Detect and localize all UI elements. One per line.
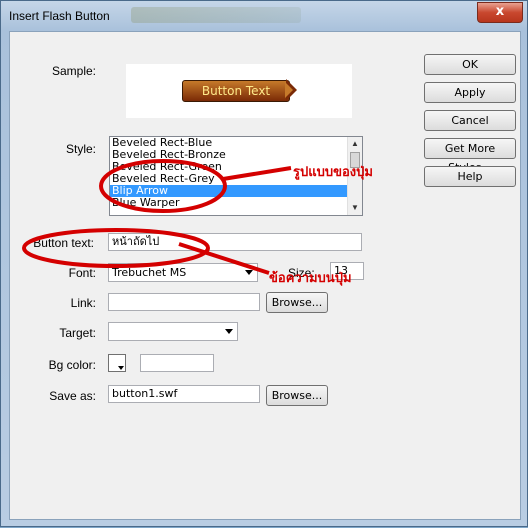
- link-input[interactable]: [108, 293, 260, 311]
- font-label: Font:: [68, 266, 96, 280]
- ok-button[interactable]: OK: [424, 54, 516, 75]
- get-more-styles-button[interactable]: Get More Styles...: [424, 138, 516, 174]
- style-annotation-text: รูปแบบของปุ่ม: [293, 165, 373, 180]
- scroll-down-icon[interactable]: ▼: [348, 201, 362, 215]
- list-item[interactable]: Blue Warper: [110, 197, 362, 209]
- button-text-label: Button text:: [33, 236, 94, 250]
- dialog-body: Sample: Button Text Style: Beveled Rect-…: [9, 31, 521, 520]
- color-picker-button[interactable]: [108, 354, 126, 372]
- target-label: Target:: [59, 326, 96, 340]
- font-select[interactable]: Trebuchet MS: [108, 263, 258, 282]
- dialog-window: Insert Flash Button x Sample: Button Tex…: [0, 0, 528, 527]
- title-bar[interactable]: Insert Flash Button x: [1, 1, 528, 31]
- style-label: Style:: [65, 142, 96, 156]
- sample-flash-button: Button Text: [182, 80, 290, 102]
- cancel-button[interactable]: Cancel: [424, 110, 516, 131]
- button-text-input[interactable]: หน้าถัดไป: [108, 233, 362, 251]
- background-window-title: [131, 7, 301, 23]
- apply-button[interactable]: Apply: [424, 82, 516, 103]
- link-label: Link:: [70, 296, 96, 310]
- font-value: Trebuchet MS: [112, 266, 187, 279]
- browse-link-button[interactable]: Browse...: [266, 292, 328, 313]
- sample-label: Sample:: [51, 64, 96, 78]
- bg-color-input[interactable]: [140, 354, 214, 372]
- chevron-down-icon: [118, 366, 124, 370]
- close-button[interactable]: x: [477, 2, 523, 23]
- save-as-label: Save as:: [49, 389, 96, 403]
- sample-preview: Button Text: [126, 64, 352, 118]
- chevron-down-icon: [225, 329, 233, 334]
- help-button[interactable]: Help: [424, 166, 516, 187]
- browse-save-button[interactable]: Browse...: [266, 385, 328, 406]
- bg-color-label: Bg color:: [48, 358, 96, 372]
- text-annotation-text: ข้อความบนปุ่ม: [269, 271, 352, 286]
- target-select[interactable]: [108, 322, 238, 341]
- window-title: Insert Flash Button: [9, 9, 110, 23]
- save-as-input[interactable]: button1.swf: [108, 385, 260, 403]
- chevron-down-icon: [245, 270, 253, 275]
- scroll-up-icon[interactable]: ▲: [348, 137, 362, 151]
